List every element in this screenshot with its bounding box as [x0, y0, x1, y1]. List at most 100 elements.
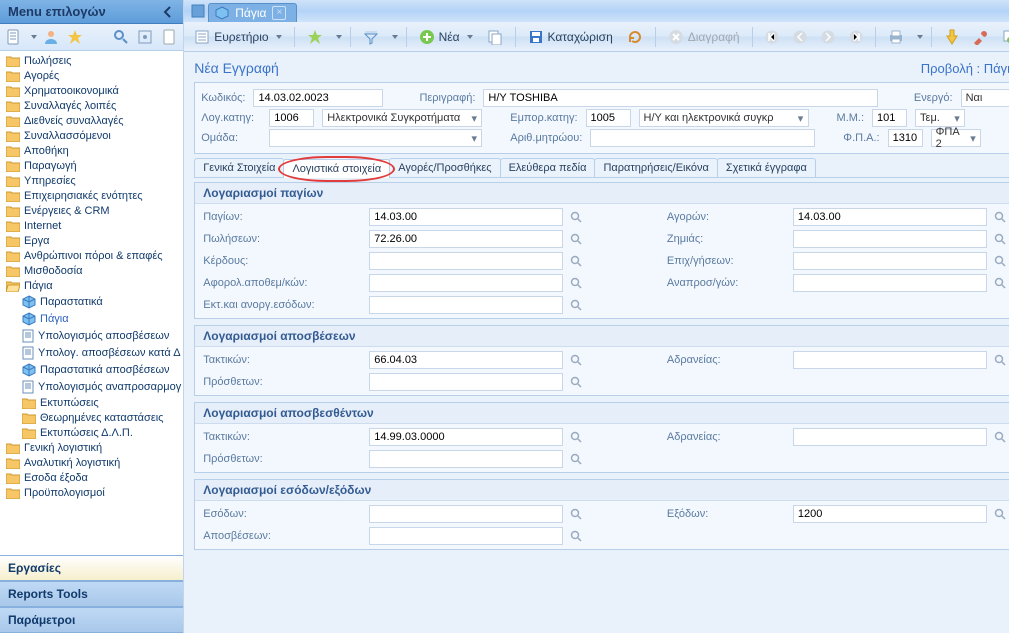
vat-code-input[interactable]	[888, 129, 923, 147]
account-input[interactable]	[369, 373, 563, 391]
form-tab[interactable]: Παρατηρήσεις/Εικόνα	[594, 158, 717, 177]
tree-item[interactable]: Εκτυπώσεις Δ.Λ.Π.	[0, 425, 183, 440]
print-caret-icon[interactable]	[917, 35, 923, 39]
sheet-icon[interactable]	[4, 27, 24, 47]
copy-icon[interactable]	[483, 27, 507, 47]
tree-item[interactable]: Πάγια	[0, 310, 183, 327]
tree-item[interactable]: Προϋπολογισμοί	[0, 485, 183, 500]
lookup-icon[interactable]	[993, 254, 1007, 268]
lookup-icon[interactable]	[569, 430, 583, 444]
lookup-icon[interactable]	[569, 529, 583, 543]
account-input[interactable]	[793, 252, 987, 270]
tree-item[interactable]: Internet	[0, 218, 183, 233]
lookup-icon[interactable]	[993, 210, 1007, 224]
doc-icon[interactable]	[159, 27, 179, 47]
close-tab-icon[interactable]: ×	[272, 6, 286, 20]
code-input[interactable]	[253, 89, 383, 107]
tree-item[interactable]: Συναλλαγές λοιπές	[0, 98, 183, 113]
tree-item[interactable]: Μισθοδοσία	[0, 263, 183, 278]
user-icon[interactable]	[41, 27, 61, 47]
tree-item[interactable]: Πωλήσεις	[0, 53, 183, 68]
tree-item[interactable]: Διεθνείς συναλλαγές	[0, 113, 183, 128]
lookup-icon[interactable]	[569, 507, 583, 521]
tree-item[interactable]: Ενέργειες & CRM	[0, 203, 183, 218]
tree-item[interactable]: Αγορές	[0, 68, 183, 83]
toolbar-index-caret-icon[interactable]	[276, 35, 282, 39]
tools-icon[interactable]	[968, 27, 992, 47]
lookup-icon[interactable]	[569, 298, 583, 312]
print-icon[interactable]	[884, 27, 908, 47]
account-input[interactable]	[793, 274, 987, 292]
lookup-icon[interactable]	[569, 210, 583, 224]
tree-item[interactable]: Αποθήκη	[0, 143, 183, 158]
star-add-icon[interactable]	[303, 27, 327, 47]
account-input[interactable]	[369, 252, 563, 270]
tree-item[interactable]: Εκτυπώσεις	[0, 395, 183, 410]
nav-next-icon[interactable]	[817, 28, 839, 46]
unit-dropdown[interactable]: Τεμ.▾	[915, 109, 965, 127]
lookup-icon[interactable]	[569, 276, 583, 290]
collapse-sidebar-icon[interactable]	[160, 4, 175, 19]
form-tab[interactable]: Ελεύθερα πεδία	[500, 158, 596, 177]
account-input[interactable]	[369, 208, 563, 226]
comm-cat-code-input[interactable]	[586, 109, 631, 127]
toolbar-save-button[interactable]: Καταχώριση	[524, 27, 617, 47]
nav-prev-icon[interactable]	[789, 28, 811, 46]
toolbar-new-caret-icon[interactable]	[467, 35, 473, 39]
tree-item[interactable]: Υπολογισμός αποσβέσεων	[0, 327, 183, 344]
account-input[interactable]	[369, 274, 563, 292]
window-tab[interactable]: Πάγια ×	[208, 3, 297, 22]
toolbar-delete-button[interactable]: Διαγραφή	[664, 27, 744, 47]
unit-code-input[interactable]	[872, 109, 907, 127]
form-tab[interactable]: Σχετικά έγγραφα	[717, 158, 816, 177]
tree-item[interactable]: Επιχειρησιακές ενότητες	[0, 188, 183, 203]
tree-item[interactable]: Παραστατικά	[0, 293, 183, 310]
account-input[interactable]	[369, 450, 563, 468]
account-input[interactable]	[369, 505, 563, 523]
lookup-icon[interactable]	[993, 430, 1007, 444]
form-tab[interactable]: Αγορές/Προσθήκες	[389, 158, 500, 177]
account-input[interactable]	[369, 230, 563, 248]
account-input[interactable]	[369, 428, 563, 446]
tree-item[interactable]: Εσοδα έξοδα	[0, 470, 183, 485]
sidebar-section[interactable]: Reports Tools	[0, 581, 183, 607]
tree-item[interactable]: Εργα	[0, 233, 183, 248]
account-input[interactable]	[369, 296, 563, 314]
account-input[interactable]	[793, 505, 987, 523]
tree-item[interactable]: Γενική λογιστική	[0, 440, 183, 455]
nav-first-icon[interactable]	[761, 28, 783, 46]
tree-item[interactable]: Παραγωγή	[0, 158, 183, 173]
export-icon[interactable]	[998, 27, 1009, 47]
vat-dropdown[interactable]: ΦΠΑ 2▾	[931, 129, 981, 147]
comm-cat-dropdown[interactable]: Η/Υ και ηλεκτρονικά συγκρ▾	[639, 109, 809, 127]
window-menu-icon[interactable]	[188, 1, 208, 21]
search-icon[interactable]	[111, 27, 131, 47]
sidebar-tree[interactable]: ΠωλήσειςΑγορέςΧρηματοοικονομικάΣυναλλαγέ…	[0, 51, 183, 555]
account-input[interactable]	[369, 351, 563, 369]
tree-item[interactable]: Πάγια	[0, 278, 183, 293]
sidebar-section[interactable]: Εργασίες	[0, 555, 183, 581]
desc-input[interactable]	[483, 89, 878, 107]
tree-item[interactable]: Θεωρημένες καταστάσεις	[0, 410, 183, 425]
toolbar-index-button[interactable]: Ευρετήριο	[190, 27, 285, 47]
dropdown-caret-icon[interactable]	[31, 35, 37, 39]
lookup-icon[interactable]	[993, 353, 1007, 367]
lookup-icon[interactable]	[569, 353, 583, 367]
tree-item[interactable]: Υπολογ. αποσβέσεων κατά Δ	[0, 344, 183, 361]
group-dropdown[interactable]: ▾	[269, 129, 482, 147]
tree-item[interactable]: Υπηρεσίες	[0, 173, 183, 188]
account-input[interactable]	[369, 527, 563, 545]
tree-item[interactable]: Αναλυτική λογιστική	[0, 455, 183, 470]
form-tab[interactable]: Γενικά Στοιχεία	[194, 158, 284, 177]
tree-item[interactable]: Υπολογισμός αναπροσαρμογ	[0, 378, 183, 395]
settings-icon[interactable]	[135, 27, 155, 47]
lookup-icon[interactable]	[569, 452, 583, 466]
tree-item[interactable]: Χρηματοοικονομικά	[0, 83, 183, 98]
action-icon[interactable]	[940, 27, 962, 47]
account-input[interactable]	[793, 230, 987, 248]
tree-item[interactable]: Παραστατικά αποσβέσεων	[0, 361, 183, 378]
lookup-icon[interactable]	[993, 276, 1007, 290]
lookup-icon[interactable]	[569, 232, 583, 246]
active-dropdown[interactable]: Ναι	[961, 89, 1009, 107]
tree-item[interactable]: Συναλλασσόμενοι	[0, 128, 183, 143]
